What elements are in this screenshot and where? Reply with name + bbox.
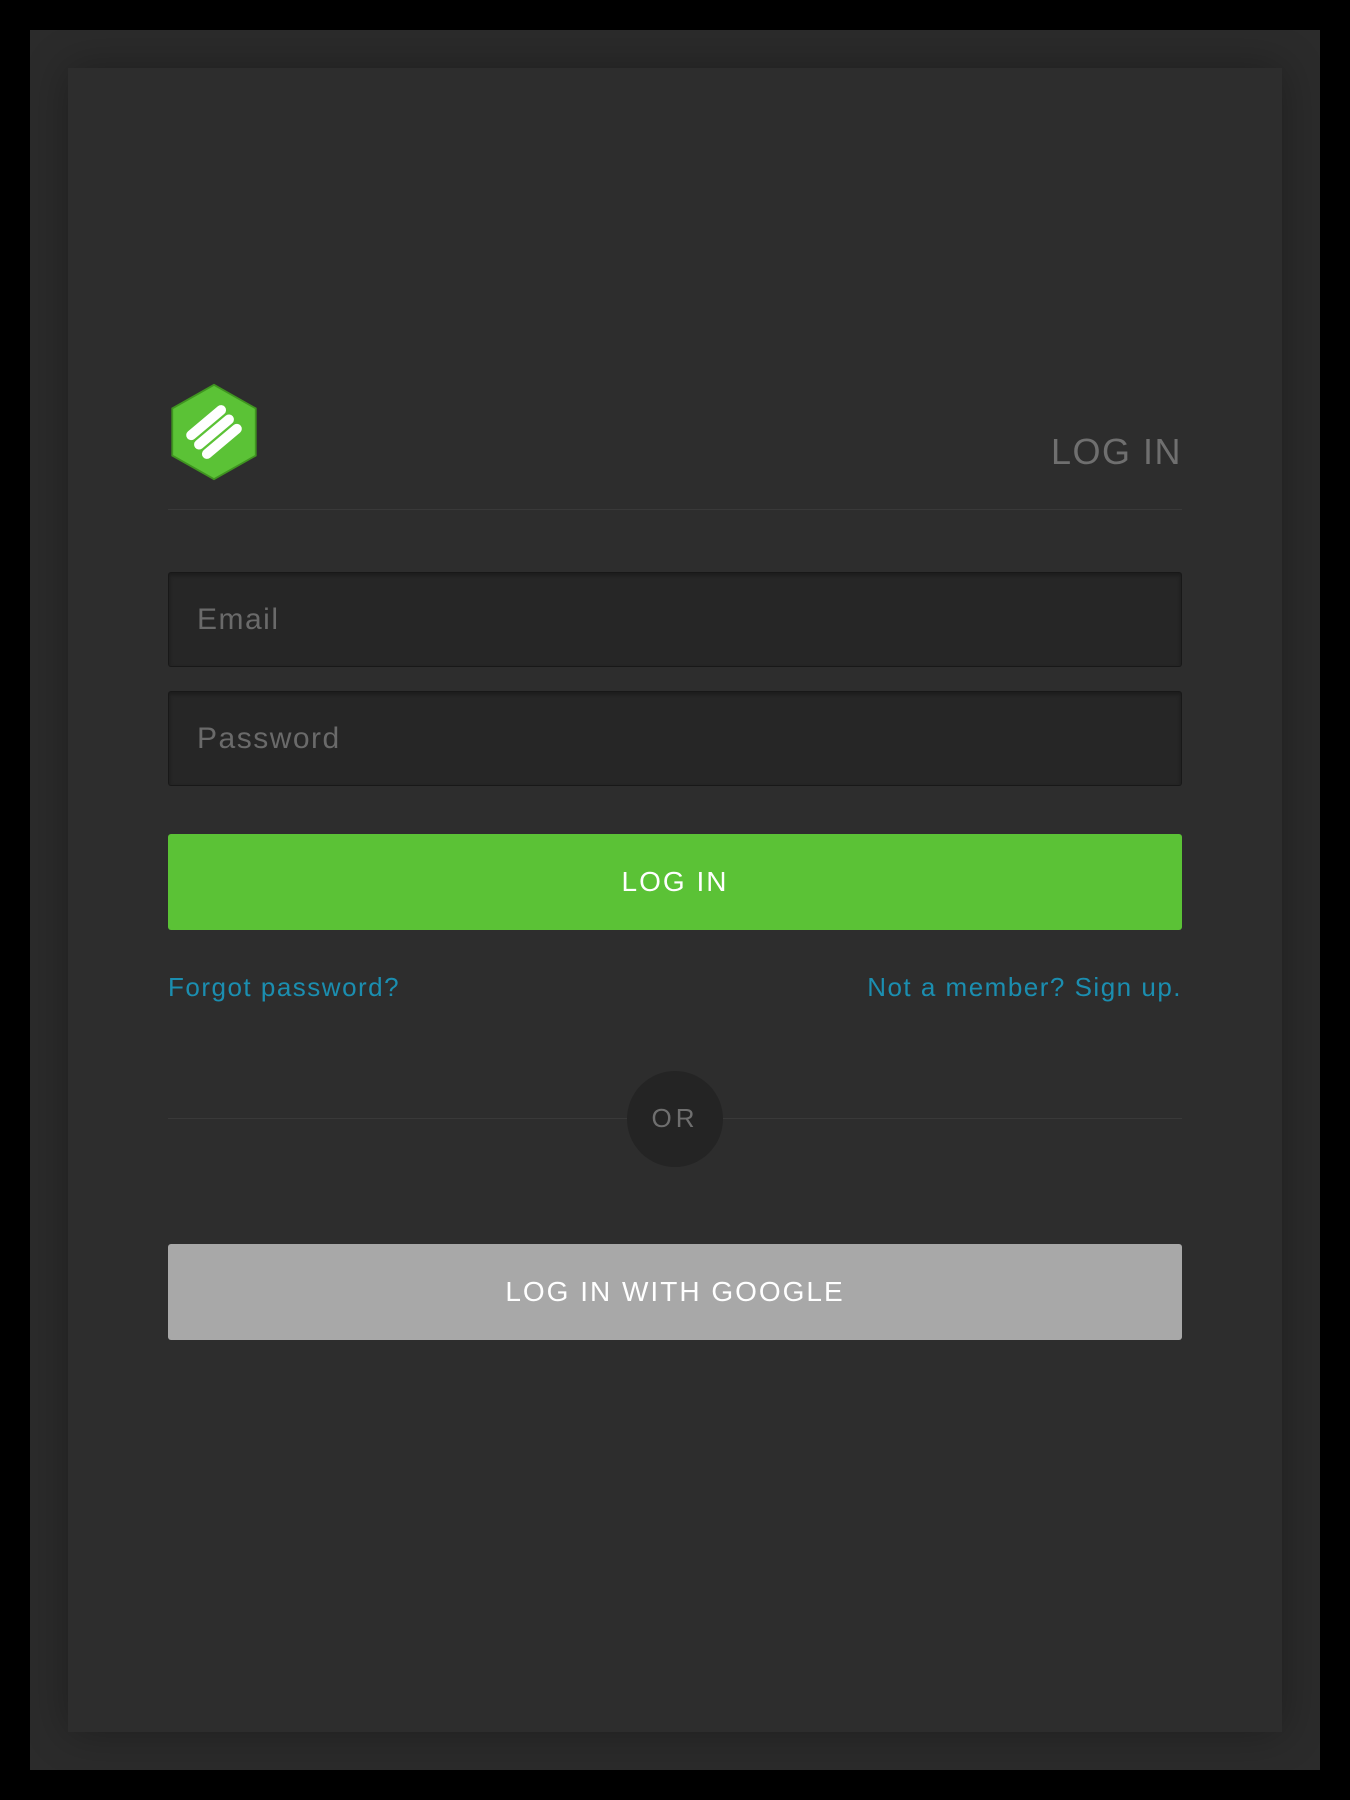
email-input[interactable] [168, 572, 1182, 667]
login-panel: LOG IN LOG IN Forgot password? Not a mem… [68, 68, 1282, 1732]
header-row: LOG IN [168, 383, 1182, 510]
or-label: OR [627, 1071, 723, 1167]
login-form: LOG IN Forgot password? Not a member? Si… [168, 572, 1182, 1340]
password-input[interactable] [168, 691, 1182, 786]
page-title: LOG IN [1051, 431, 1182, 473]
outer-frame: LOG IN LOG IN Forgot password? Not a mem… [30, 30, 1320, 1770]
forgot-password-link[interactable]: Forgot password? [168, 972, 400, 1003]
signup-link[interactable]: Not a member? Sign up. [867, 972, 1182, 1003]
google-login-button[interactable]: LOG IN WITH GOOGLE [168, 1244, 1182, 1340]
links-row: Forgot password? Not a member? Sign up. [168, 972, 1182, 1003]
login-button[interactable]: LOG IN [168, 834, 1182, 930]
brand-logo-icon [168, 383, 260, 481]
divider: OR [168, 1118, 1182, 1119]
